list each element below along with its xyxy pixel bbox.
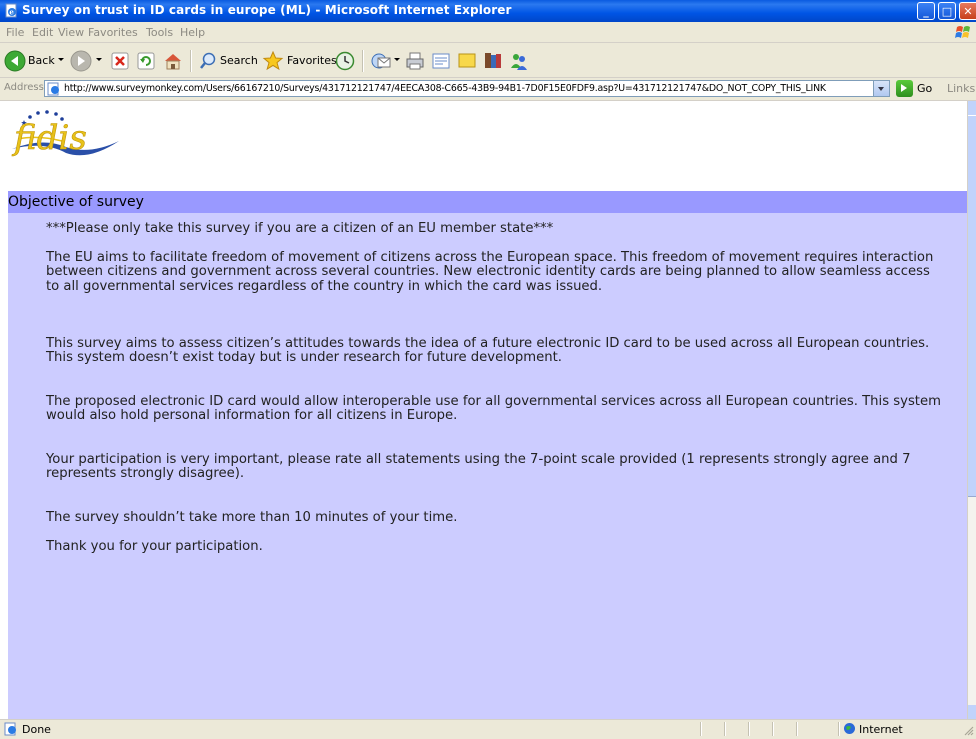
minimize-icon: _ <box>923 5 929 18</box>
intro-paragraph: The survey shouldn’t take more than 10 m… <box>46 510 458 525</box>
status-bar: Done Internet <box>0 719 976 739</box>
history-icon[interactable] <box>334 49 356 73</box>
section-title: Objective of survey <box>8 194 144 210</box>
menu-view[interactable]: View <box>58 26 84 39</box>
mail-dropdown-icon[interactable] <box>394 58 400 61</box>
window-title: Survey on trust in ID cards in europe (M… <box>22 3 512 17</box>
intro-paragraph: Thank you for your participation. <box>46 539 263 554</box>
research-icon[interactable] <box>482 49 504 73</box>
internet-zone-globe-icon <box>844 723 855 734</box>
edit-page-icon[interactable] <box>430 49 452 73</box>
logo-wordmark: fidis <box>11 118 87 158</box>
menu-help[interactable]: Help <box>180 26 205 39</box>
intro-paragraph: ***Please only take this survey if you a… <box>46 221 554 236</box>
search-icon[interactable] <box>198 49 218 73</box>
discuss-icon[interactable] <box>456 49 478 73</box>
scroll-down-arrow-icon[interactable] <box>968 705 976 719</box>
ie-page-icon <box>47 82 59 96</box>
address-url[interactable]: http://www.surveymonkey.com/Users/661672… <box>64 83 826 94</box>
back-arrow-icon[interactable] <box>4 49 26 73</box>
refresh-icon[interactable] <box>136 49 156 73</box>
resize-grip-icon[interactable] <box>962 724 974 736</box>
forward-arrow-icon[interactable] <box>70 49 92 73</box>
favorites-star-icon[interactable] <box>262 49 284 73</box>
home-icon[interactable] <box>162 49 184 73</box>
intro-paragraph: Your participation is very important, pl… <box>46 452 911 482</box>
back-dropdown-icon[interactable] <box>58 58 64 61</box>
status-panel-divider <box>748 722 750 736</box>
security-zone-label: Internet <box>859 723 903 736</box>
ie-page-icon <box>4 722 16 736</box>
fidis-logo: fidis <box>11 110 119 158</box>
close-button[interactable]: ✕ <box>959 2 976 20</box>
section-header: Objective of survey <box>8 191 967 213</box>
print-icon[interactable] <box>404 49 426 73</box>
mail-icon[interactable] <box>370 49 392 73</box>
maximize-icon: □ <box>941 5 953 18</box>
messenger-icon[interactable] <box>508 49 530 73</box>
scroll-up-arrow-icon[interactable] <box>968 101 976 115</box>
address-dropdown-icon[interactable] <box>873 81 889 96</box>
intro-paragraph: The proposed electronic ID card would al… <box>46 394 941 424</box>
windows-logo-icon <box>955 26 970 38</box>
maximize-button[interactable]: □ <box>938 2 956 20</box>
menu-bar: File Edit View Favorites Tools Help <box>0 22 976 43</box>
back-button-label[interactable]: Back <box>28 54 55 67</box>
status-panel-divider <box>700 722 702 736</box>
search-button-label[interactable]: Search <box>220 54 258 67</box>
toolbar-separator <box>362 50 364 72</box>
status-panel-divider <box>838 722 840 736</box>
menu-tools[interactable]: Tools <box>146 26 173 39</box>
minimize-button[interactable]: _ <box>917 2 935 20</box>
status-text: Done <box>22 723 51 736</box>
svg-text:e: e <box>9 8 14 17</box>
vertical-scrollbar[interactable] <box>967 101 976 719</box>
go-button-label[interactable]: Go <box>917 82 932 95</box>
close-icon: ✕ <box>963 5 973 18</box>
address-label: Address <box>4 82 44 93</box>
address-bar: Address http://www.surveymonkey.com/User… <box>0 78 976 101</box>
scrollbar-thumb[interactable] <box>968 115 976 497</box>
survey-intro-body: ***Please only take this survey if you a… <box>8 213 967 719</box>
forward-dropdown-icon[interactable] <box>96 58 102 61</box>
menu-favorites[interactable]: Favorites <box>88 26 138 39</box>
page-viewport[interactable]: fidis Objective of survey ***Please only… <box>0 101 967 719</box>
standard-toolbar: Back Search Favorites <box>0 43 976 78</box>
ie-page-icon: e <box>5 3 17 18</box>
menu-file[interactable]: File <box>6 26 24 39</box>
status-panel-divider <box>772 722 774 736</box>
status-panel-divider <box>724 722 726 736</box>
intro-paragraph: The EU aims to facilitate freedom of mov… <box>46 250 934 294</box>
stop-icon[interactable] <box>110 49 130 73</box>
status-panel-divider <box>796 722 798 736</box>
toolbar-separator <box>190 50 192 72</box>
intro-paragraph: This survey aims to assess citizen’s att… <box>46 336 930 366</box>
address-input[interactable]: http://www.surveymonkey.com/Users/661672… <box>44 80 890 97</box>
links-button[interactable]: Links <box>947 82 975 95</box>
window-titlebar[interactable]: e Survey on trust in ID cards in europe … <box>0 0 976 22</box>
menu-edit[interactable]: Edit <box>32 26 53 39</box>
favorites-button-label[interactable]: Favorites <box>287 54 337 67</box>
go-arrow-icon[interactable] <box>896 80 913 97</box>
